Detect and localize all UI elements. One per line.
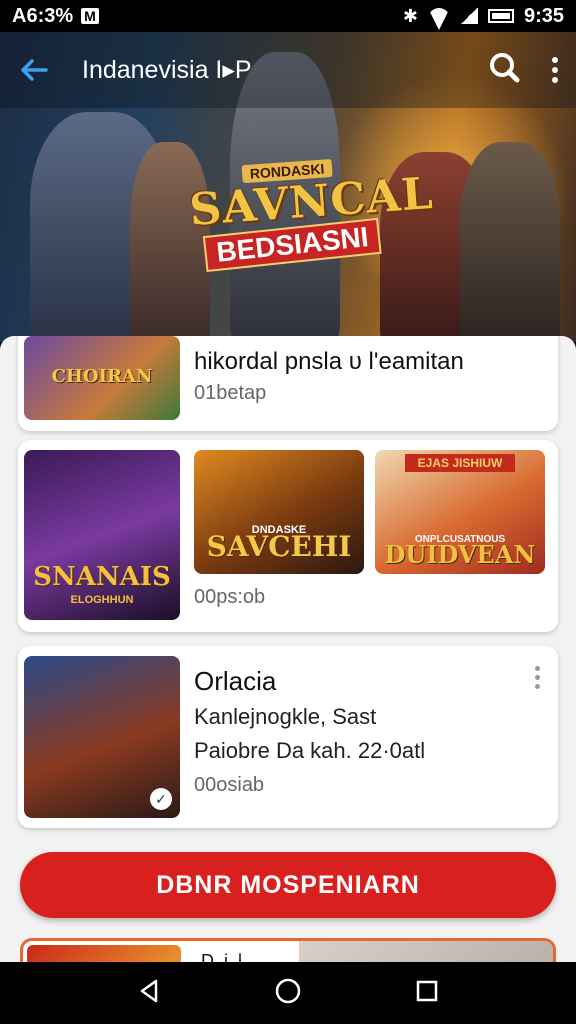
search-icon[interactable] (486, 50, 522, 91)
card-title: Orlacia (194, 666, 277, 696)
nav-home-icon[interactable] (273, 976, 303, 1011)
card-title: D..j..l (201, 951, 243, 962)
status-time-left: A6:3% (12, 4, 74, 27)
bluetooth-icon: ✱ (402, 5, 418, 26)
game-thumbnail[interactable]: ✓ (24, 656, 180, 818)
card-line-1: Kanlejnogkle, Sast (194, 704, 377, 729)
game-thumbnail[interactable]: CHOIRAN (24, 336, 180, 420)
content-list[interactable]: CHOIRAN hikordal рnsla υ l'eamitan 01bet… (0, 336, 576, 962)
wifi-icon (428, 8, 450, 24)
system-nav-bar (0, 962, 576, 1024)
thumbnail-banner: EJAS JISHIUW (405, 454, 515, 472)
game-thumbnail[interactable] (27, 945, 181, 962)
card-line-2: Paiobre Da kah. 22·0atl (194, 738, 426, 763)
thumbnail-label: SNANAIS (33, 562, 171, 592)
thumbnail-label: SAVCEHI (206, 530, 352, 563)
page-title: Indanevisia I▸P (82, 56, 252, 84)
card-more-icon[interactable] (535, 666, 540, 689)
game-thumbnail[interactable] (299, 941, 553, 962)
game-thumbnail[interactable]: DNDASKE SAVCEHI (194, 450, 364, 574)
card-meta: 00osiab (194, 774, 265, 796)
nav-recents-icon[interactable] (412, 976, 442, 1011)
status-time-right: 9:35 (523, 4, 564, 27)
back-arrow-icon[interactable] (16, 52, 52, 88)
status-bar: A6:3% M ✱ 9:35 (0, 0, 576, 32)
list-item[interactable]: CHOIRAN hikordal рnsla υ l'eamitan 01bet… (18, 336, 558, 431)
play-badge-icon: ✓ (150, 788, 172, 810)
gmail-notification-icon: M (81, 8, 99, 24)
hero-game-logo: RONDASKI SAVNCAL BEDSIASNI (187, 155, 435, 273)
hero-character-fighter (460, 142, 560, 342)
primary-cta-button[interactable]: DBNR MOSPENIARN (20, 852, 556, 918)
card-title: hikordal рnsla υ l'eamitan (194, 348, 464, 375)
game-thumbnail[interactable]: SNANAIS ELOGHHUN (24, 450, 180, 620)
thumbnail-sublabel: ELOGHHUN (70, 594, 134, 606)
battery-icon (487, 9, 514, 23)
list-item[interactable]: ✓ Orlacia Kanlejnogkle, Sast Paiobre Da … (18, 646, 558, 828)
list-item-partial[interactable]: D..j..l (20, 938, 556, 962)
list-item[interactable]: SNANAIS ELOGHHUN DNDASKE SAVCEHI EJAS JI… (18, 440, 558, 632)
card-meta: 01betap (194, 382, 267, 404)
cell-signal-icon (459, 8, 478, 24)
game-thumbnail[interactable]: EJAS JISHIUW ONPLCUSATNOUS DUIDVEAN (375, 450, 545, 574)
more-vert-icon[interactable] (552, 57, 560, 83)
nav-back-icon[interactable] (134, 976, 164, 1011)
card-meta: 00ps:ob (194, 586, 266, 608)
thumbnail-label: DUIDVEAN (384, 540, 536, 569)
app-bar: Indanevisia I▸P (0, 32, 576, 108)
thumbnail-label: CHOIRAN (51, 366, 153, 387)
